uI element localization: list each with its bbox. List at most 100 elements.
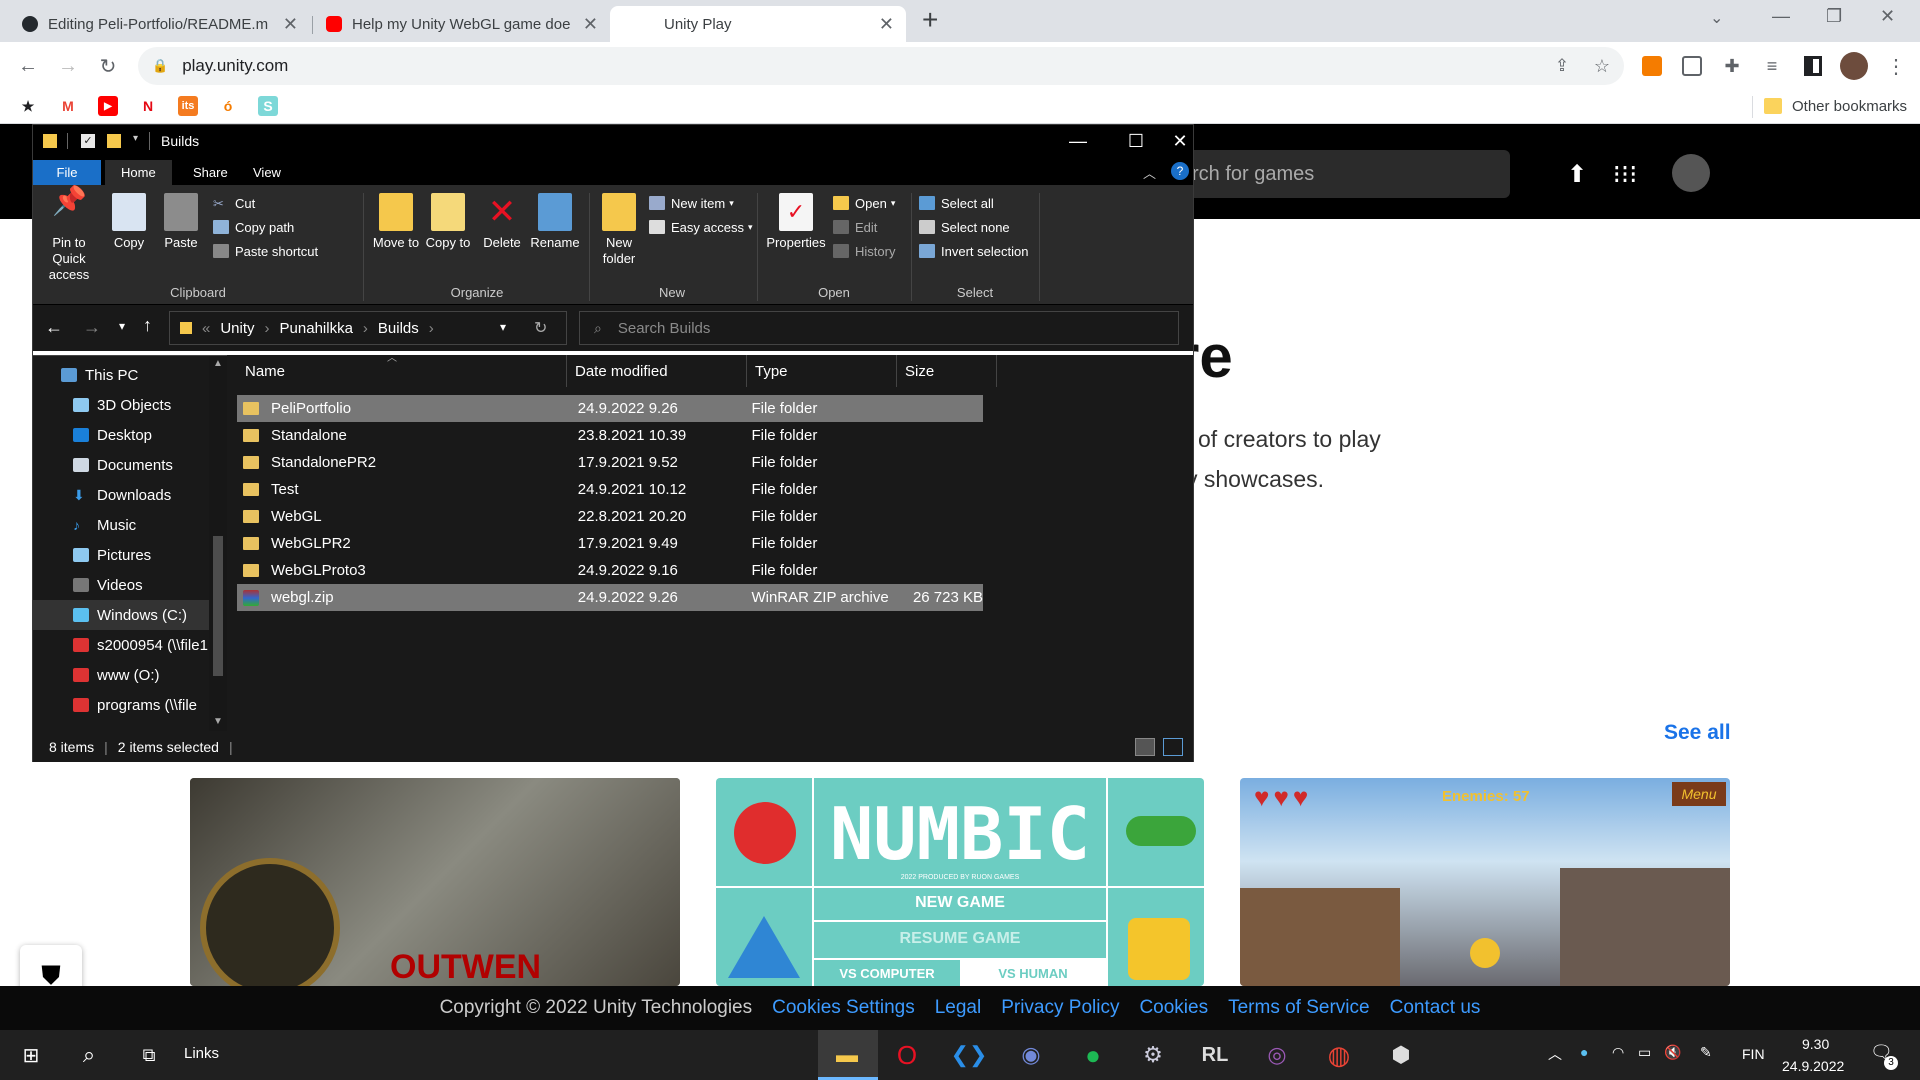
invert-selection-button[interactable]: Invert selection [919, 239, 1028, 263]
nav-pictures[interactable]: Pictures [33, 540, 209, 570]
file-row[interactable]: webgl.zip 24.9.2022 9.26 WinRAR ZIP arch… [237, 584, 983, 611]
pen-icon[interactable]: ✎ [1700, 1044, 1712, 1061]
address-bar[interactable]: 🔒 play.unity.com [138, 47, 1624, 85]
column-size[interactable]: Size [897, 355, 997, 387]
copy-to-button[interactable]: Copy to [423, 193, 473, 251]
extensions-puzzle-icon[interactable]: ✚ [1716, 50, 1748, 82]
game-card-numbic[interactable]: NUMBIC 2022 PRODUCED BY RUON GAMES NEW G… [716, 778, 1204, 986]
footer-link-contact[interactable]: Contact us [1390, 997, 1481, 1019]
file-row[interactable]: StandalonePR2 17.9.2021 9.52 File folder [237, 449, 983, 476]
file-row[interactable]: WebGLPR2 17.9.2021 9.49 File folder [237, 530, 983, 557]
new-folder-button[interactable]: New folder [593, 193, 645, 267]
show-hidden-icons[interactable]: ︿ [1548, 1044, 1562, 1064]
profile-avatar[interactable] [1840, 52, 1868, 80]
close-tab-icon[interactable]: ✕ [583, 14, 598, 35]
nav-scrollbar[interactable]: ▲ ▼ [209, 356, 227, 732]
rocket-league-app-icon[interactable]: RL [1198, 1038, 1232, 1072]
new-tab-button[interactable]: + [922, 4, 938, 36]
chrome-menu-icon[interactable]: ⋮ [1880, 50, 1912, 82]
file-row[interactable]: Standalone 23.8.2021 10.39 File folder [237, 422, 983, 449]
nav-programs[interactable]: programs (\\file [33, 690, 209, 720]
see-all-link[interactable]: See all [1664, 721, 1731, 745]
file-row[interactable]: PeliPortfolio 24.9.2022 9.26 File folder [237, 395, 983, 422]
help-icon[interactable]: ? [1171, 162, 1189, 180]
s-bookmark-icon[interactable]: S [258, 96, 278, 116]
customize-qa-icon[interactable]: ▾ [133, 133, 138, 144]
column-name[interactable]: Name [237, 355, 567, 387]
chevron-right-icon[interactable]: › [363, 320, 368, 337]
opera-app-icon[interactable]: O [890, 1038, 924, 1072]
close-icon[interactable]: ✕ [1165, 125, 1195, 157]
copy-button[interactable]: Copy [105, 193, 153, 251]
cut-button[interactable]: ✂ Cut [213, 191, 318, 215]
nav-videos[interactable]: Videos [33, 570, 209, 600]
defender-icon[interactable]: ● [1580, 1044, 1588, 1060]
column-date-modified[interactable]: Date modified [567, 355, 747, 387]
up-icon[interactable]: ↑ [143, 315, 152, 336]
new-item-button[interactable]: New item ▾ [649, 191, 753, 215]
column-type[interactable]: Type [747, 355, 897, 387]
footer-link-cookies[interactable]: Cookies [1139, 997, 1208, 1019]
rename-button[interactable]: Rename [527, 193, 583, 251]
new-folder-qa-icon[interactable] [107, 134, 121, 148]
battery-icon[interactable]: ▭ [1638, 1044, 1651, 1061]
netflix-icon[interactable]: N [138, 96, 158, 116]
reload-icon[interactable]: ↻ [92, 50, 124, 82]
nav-www-o[interactable]: www (O:) [33, 660, 209, 690]
bookmark-star-icon[interactable]: ★ [18, 96, 38, 116]
youtube-icon[interactable]: ▶ [98, 96, 118, 116]
move-to-button[interactable]: Move to [371, 193, 421, 251]
spotify-app-icon[interactable]: ● [1076, 1038, 1110, 1072]
paste-button[interactable]: Paste [157, 193, 205, 251]
recent-locations-icon[interactable]: ▾ [119, 319, 125, 333]
steam-app-icon[interactable]: ⚙ [1136, 1038, 1170, 1072]
vscode-app-icon[interactable]: ❮❯ [951, 1038, 988, 1072]
volume-muted-icon[interactable]: 🔇 [1664, 1044, 1681, 1061]
nav-s2000954[interactable]: s2000954 (\\file1 [33, 630, 209, 660]
minimize-icon[interactable]: — [1772, 6, 1790, 27]
path-segment-builds[interactable]: Builds [378, 320, 419, 337]
nav-desktop[interactable]: Desktop [33, 420, 209, 450]
user-avatar[interactable] [1672, 154, 1710, 192]
moodle-icon[interactable]: ó [218, 96, 238, 116]
apps-grid-icon[interactable]: ⁝⁝⁝ [1608, 157, 1642, 191]
copy-path-button[interactable]: Copy path [213, 215, 318, 239]
tab-view[interactable]: View [237, 160, 297, 185]
upload-icon[interactable]: ⬆ [1560, 157, 1594, 191]
refresh-icon[interactable]: ↻ [534, 318, 547, 338]
chevron-right-icon[interactable]: › [429, 320, 434, 337]
gmail-icon[interactable]: M [58, 96, 78, 116]
extension-honey-icon[interactable] [1642, 56, 1662, 76]
discord-app-icon[interactable]: ◉ [1014, 1038, 1048, 1072]
links-toolbar[interactable]: Links [184, 1045, 219, 1062]
restore-icon[interactable]: ❐ [1826, 6, 1842, 27]
game-card-town[interactable]: ♥♥♥ Enemies: 57 Menu [1240, 778, 1730, 986]
close-window-icon[interactable]: ✕ [1880, 6, 1895, 27]
file-row[interactable]: WebGL 22.8.2021 20.20 File folder [237, 503, 983, 530]
tab-search-icon[interactable]: ⌄ [1710, 8, 1723, 28]
game-card-rpg[interactable]: OUTWEN [190, 778, 680, 986]
collapse-ribbon-icon[interactable]: ︿ [1143, 163, 1156, 182]
select-all-button[interactable]: Select all [919, 191, 1028, 215]
overflow-chevron[interactable]: « [202, 320, 210, 337]
media-queue-icon[interactable]: ≡ [1756, 50, 1788, 82]
maximize-icon[interactable]: ☐ [1107, 125, 1165, 157]
search-builds-input[interactable]: ⌕ Search Builds [579, 311, 1179, 345]
tab-home[interactable]: Home [105, 160, 172, 185]
file-row[interactable]: Test 24.9.2021 10.12 File folder [237, 476, 983, 503]
scroll-down-icon[interactable]: ▼ [213, 716, 223, 727]
back-icon[interactable]: ← [45, 317, 63, 338]
path-segment-unity[interactable]: Unity [220, 320, 254, 337]
footer-link-legal[interactable]: Legal [935, 997, 982, 1019]
tab-file[interactable]: File [33, 160, 101, 185]
nav-music[interactable]: ♪ Music [33, 510, 209, 540]
nav-windows-c[interactable]: Windows (C:) [33, 600, 209, 630]
history-button[interactable]: History [833, 239, 895, 263]
path-dropdown-icon[interactable]: ▾ [500, 320, 506, 334]
delete-button[interactable]: ✕ Delete [477, 193, 527, 251]
its-icon[interactable]: its [178, 96, 198, 116]
minimize-icon[interactable]: — [1049, 125, 1107, 157]
nav-this-pc[interactable]: This PC [33, 360, 209, 390]
chevron-right-icon[interactable]: › [265, 320, 270, 337]
tab-share[interactable]: Share [177, 160, 244, 185]
